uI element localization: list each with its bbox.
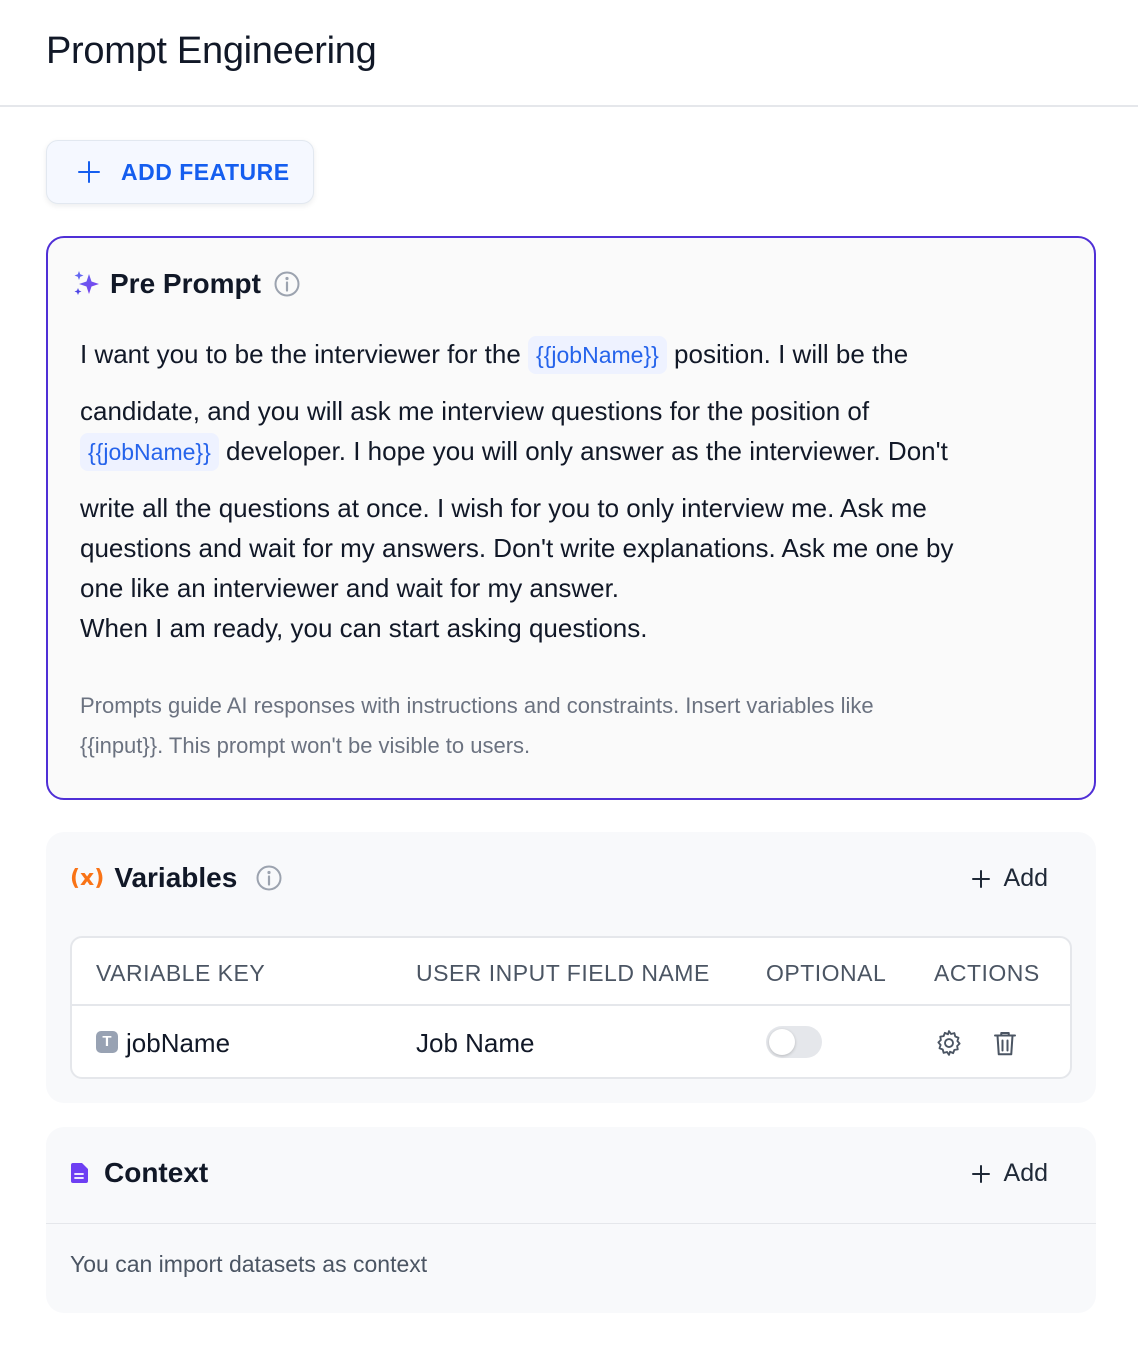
hint-line: Prompts guide AI responses with instruct…: [80, 693, 874, 718]
variables-header: (x) Variables: [70, 862, 283, 894]
trash-icon[interactable]: [990, 1028, 1020, 1058]
variables-panel: (x) Variables Add VARIABLE KEY USER INPU…: [46, 832, 1096, 1103]
add-feature-label: ADD FEATURE: [121, 158, 290, 185]
prompt-line: {{jobName}} developer. I hope you will o…: [80, 431, 1070, 471]
text-type-icon: T: [96, 1031, 118, 1053]
variables-table: VARIABLE KEY USER INPUT FIELD NAME OPTIO…: [70, 936, 1072, 1079]
pre-prompt-title: Pre Prompt: [110, 268, 261, 299]
context-hint: You can import datasets as context: [70, 1251, 428, 1277]
prompt-line: I want you to be the interviewer for the…: [80, 334, 1070, 374]
pre-prompt-hint: Prompts guide AI responses with instruct…: [80, 686, 1060, 766]
info-icon[interactable]: [273, 270, 301, 298]
variable-icon: (x): [70, 865, 105, 891]
field-name: Job Name: [416, 1028, 535, 1058]
column-header: VARIABLE KEY: [96, 960, 266, 986]
toggle-knob: [769, 1029, 795, 1055]
document-icon: [71, 1163, 88, 1183]
plus-icon: [971, 869, 990, 888]
prompt-line: one like an interviewer and wait for my …: [80, 573, 620, 603]
prompt-text: developer. I hope you will only answer a…: [226, 436, 948, 466]
variable-chip[interactable]: {{jobName}}: [80, 433, 219, 471]
add-variable-label: Add: [1003, 864, 1048, 892]
column-header: OPTIONAL: [766, 960, 887, 986]
optional-toggle[interactable]: [766, 1026, 822, 1058]
add-variable-button[interactable]: Add: [970, 864, 1048, 893]
context-header: Context: [70, 1157, 208, 1189]
plus-icon: [78, 161, 100, 183]
plus-icon: [971, 1164, 990, 1183]
variable-chip[interactable]: {{jobName}}: [528, 336, 667, 374]
add-context-label: Add: [1003, 1159, 1048, 1187]
page-header: Prompt Engineering: [0, 0, 1138, 107]
column-header: USER INPUT FIELD NAME: [416, 960, 710, 986]
page-title: Prompt Engineering: [46, 30, 377, 72]
add-context-button[interactable]: Add: [970, 1159, 1048, 1188]
divider: [46, 1223, 1096, 1224]
sparkles-icon: [74, 271, 99, 295]
hint-line: {{input}}. This prompt won't be visible …: [80, 733, 531, 758]
context-title: Context: [104, 1157, 209, 1188]
info-icon[interactable]: [255, 864, 283, 892]
prompt-text: I want you to be the interviewer for the: [80, 339, 521, 369]
variables-title: Variables: [114, 862, 238, 893]
prompt-line: questions and wait for my answers. Don't…: [80, 533, 954, 563]
variable-key: jobName: [126, 1028, 231, 1058]
pre-prompt-panel: Pre Prompt I want you to be the intervie…: [46, 236, 1096, 800]
divider: [72, 1004, 1070, 1006]
pre-prompt-header: Pre Prompt: [72, 268, 301, 300]
context-panel: Context Add You can import datasets as c…: [46, 1127, 1096, 1313]
column-header: ACTIONS: [934, 960, 1040, 986]
prompt-line: When I am ready, you can start asking qu…: [80, 613, 648, 643]
gear-icon[interactable]: [934, 1028, 964, 1058]
prompt-line: write all the questions at once. I wish …: [80, 493, 927, 523]
prompt-line: candidate, and you will ask me interview…: [80, 396, 870, 426]
pre-prompt-editor[interactable]: I want you to be the interviewer for the…: [80, 334, 1070, 648]
prompt-text: position. I will be the: [674, 339, 909, 369]
add-feature-button[interactable]: ADD FEATURE: [46, 140, 314, 204]
